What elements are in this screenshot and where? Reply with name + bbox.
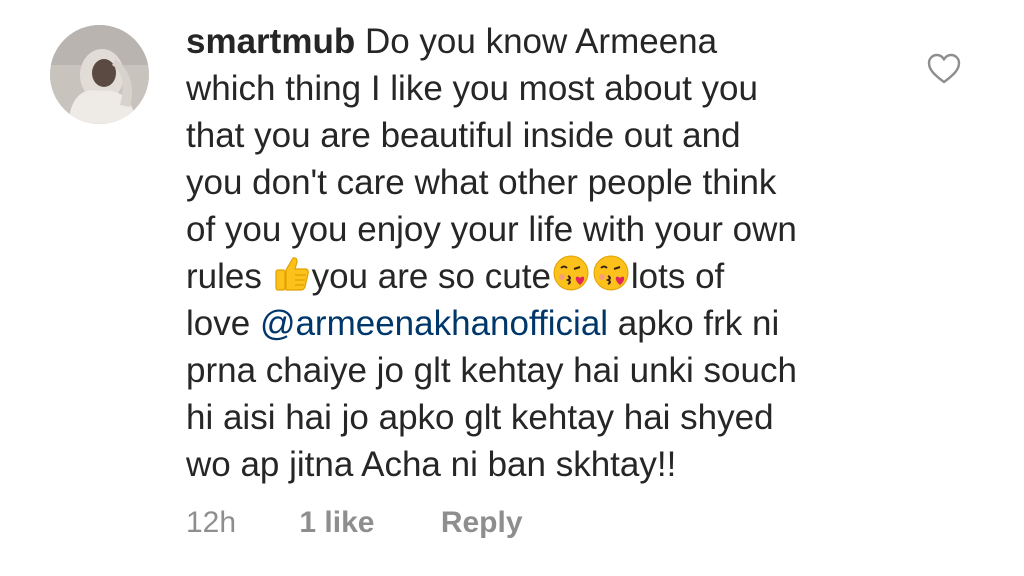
comment-line: smartmub Do you know Armeena <box>186 22 718 61</box>
thumbs-up-emoji <box>273 254 311 292</box>
likes-count-link[interactable]: 1 like <box>299 503 374 543</box>
comment-line: rules you are so cute lots of <box>186 253 906 300</box>
comment-line: prna chaiye jo glt kehtay hai unki souch <box>186 351 797 390</box>
username-link[interactable]: smartmub <box>186 22 355 61</box>
comment-text: smartmub Do you know Armeena which thing… <box>186 18 906 488</box>
comment-meta: 12h 1 like Reply <box>186 503 523 543</box>
avatar[interactable] <box>50 25 149 124</box>
face-blowing-kiss-emoji <box>592 254 630 292</box>
comment-line: wo ap jitna Acha ni ban skhtay!! <box>186 445 677 484</box>
comment-line: love @armeenakhanofficial apko frk ni <box>186 304 780 343</box>
comment-line: you don't care what other people think <box>186 163 777 202</box>
mention-link[interactable]: @armeenakhanofficial <box>260 304 608 343</box>
comment-line: which thing I like you most about you <box>186 69 758 108</box>
comment-line: that you are beautiful inside out and <box>186 116 741 155</box>
timestamp: 12h <box>186 506 237 539</box>
comment-row: smartmub Do you know Armeena which thing… <box>0 0 1024 576</box>
comment-line: of you you enjoy your life with your own <box>186 210 797 249</box>
heart-outline-icon[interactable] <box>927 53 961 85</box>
avatar-image <box>50 25 149 124</box>
face-blowing-kiss-emoji <box>552 254 590 292</box>
comment-line: hi aisi hai jo apko glt kehtay hai shyed <box>186 398 774 437</box>
reply-button[interactable]: Reply <box>441 503 523 543</box>
